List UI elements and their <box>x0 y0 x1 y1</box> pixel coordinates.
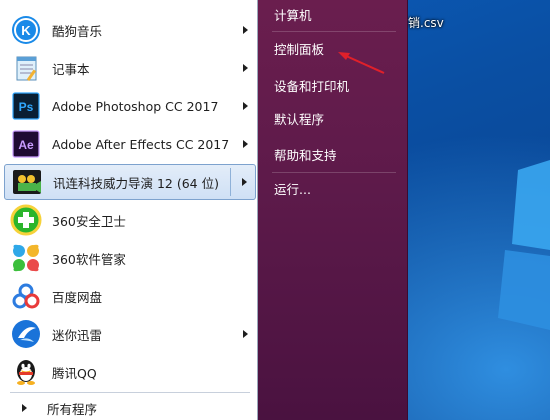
desktop-file-label[interactable]: 销.csv <box>408 14 444 31</box>
kugou-music-icon: K <box>10 14 42 46</box>
program-item-kugou[interactable]: K 酷狗音乐 <box>4 12 256 48</box>
places-separator <box>272 31 396 32</box>
all-programs-label: 所有程序 <box>47 401 98 417</box>
program-label: 百度网盘 <box>52 289 103 305</box>
program-item-after-effects[interactable]: Ae Adobe After Effects CC 2017 <box>4 126 256 162</box>
powerdirector-icon <box>11 166 43 198</box>
submenu-arrow-icon[interactable] <box>243 26 248 34</box>
program-item-photoshop[interactable]: Ps Adobe Photoshop CC 2017 <box>4 88 256 124</box>
program-label: 腾讯QQ <box>52 365 97 381</box>
place-item-default-programs[interactable]: 默认程序 <box>266 104 402 132</box>
program-item-powerdirector[interactable]: 讯连科技威力导演 12 (64 位) <box>4 164 256 200</box>
start-menu-programs-pane: K 酷狗音乐 记事本 Ps Adobe Photoshop CC 2017 Ae… <box>0 0 258 420</box>
mini-thunder-icon <box>10 318 42 350</box>
submenu-arrow-icon[interactable] <box>243 330 248 338</box>
place-item-computer[interactable]: 计算机 <box>266 0 402 28</box>
program-item-360-software-manager[interactable]: 360软件管家 <box>4 240 256 276</box>
360-safe-icon <box>10 204 42 236</box>
360-software-manager-icon <box>10 242 42 274</box>
program-item-360-safe[interactable]: 360安全卫士 <box>4 202 256 238</box>
all-programs-arrow-icon <box>22 404 27 412</box>
baidu-netdisk-icon <box>10 280 42 312</box>
place-label: 计算机 <box>274 7 312 23</box>
places-separator <box>272 172 396 173</box>
submenu-divider <box>230 168 231 196</box>
program-label: 360软件管家 <box>52 251 126 267</box>
place-item-devices-printers[interactable]: 设备和打印机 <box>266 71 402 99</box>
qq-penguin-icon <box>10 356 42 388</box>
all-programs-button[interactable]: 所有程序 <box>4 396 256 420</box>
start-menu-places-pane: 计算机 控制面板 设备和打印机 默认程序 帮助和支持 运行... <box>258 0 408 420</box>
program-item-baidu-netdisk[interactable]: 百度网盘 <box>4 278 256 314</box>
photoshop-icon: Ps <box>10 90 42 122</box>
place-label: 帮助和支持 <box>274 147 337 163</box>
place-item-control-panel[interactable]: 控制面板 <box>266 34 402 62</box>
program-item-qq[interactable]: 腾讯QQ <box>4 354 256 390</box>
program-label: 迷你迅雷 <box>52 327 103 343</box>
place-item-help-support[interactable]: 帮助和支持 <box>266 140 402 168</box>
after-effects-icon: Ae <box>10 128 42 160</box>
svg-text:K: K <box>21 23 31 38</box>
program-item-mini-thunder[interactable]: 迷你迅雷 <box>4 316 256 352</box>
notepad-icon <box>10 52 42 84</box>
program-label: Adobe Photoshop CC 2017 <box>52 98 219 114</box>
svg-text:Ps: Ps <box>19 100 34 114</box>
programs-divider <box>10 392 250 393</box>
submenu-arrow-icon[interactable] <box>243 64 248 72</box>
program-label: 讯连科技威力导演 12 (64 位) <box>53 175 219 191</box>
program-label: 酷狗音乐 <box>52 23 103 39</box>
place-label: 默认程序 <box>274 111 325 127</box>
submenu-arrow-icon[interactable] <box>242 178 247 186</box>
program-label: 360安全卫士 <box>52 213 126 229</box>
program-label: Adobe After Effects CC 2017 <box>52 136 230 152</box>
place-item-run[interactable]: 运行... <box>266 174 402 202</box>
place-label: 控制面板 <box>274 41 325 57</box>
place-label: 运行... <box>274 181 311 197</box>
program-label: 记事本 <box>52 61 90 77</box>
submenu-arrow-icon[interactable] <box>243 102 248 110</box>
program-item-notepad[interactable]: 记事本 <box>4 50 256 86</box>
place-label: 设备和打印机 <box>274 78 350 94</box>
svg-text:Ae: Ae <box>18 138 34 152</box>
start-menu: K 酷狗音乐 记事本 Ps Adobe Photoshop CC 2017 Ae… <box>0 0 408 420</box>
submenu-arrow-icon[interactable] <box>243 140 248 148</box>
